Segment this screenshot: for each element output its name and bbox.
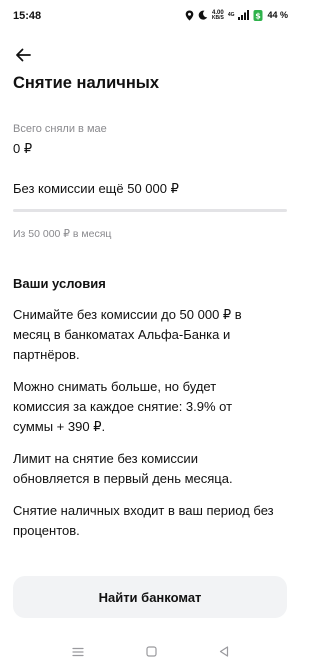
system-nav-bar (0, 636, 300, 667)
home-square-icon[interactable] (145, 646, 157, 657)
signal-icon (238, 10, 250, 20)
limit-progress-bar (13, 209, 287, 212)
battery-percent: 44 % (267, 10, 288, 20)
svg-text:$: $ (256, 12, 262, 21)
back-button[interactable] (12, 44, 34, 66)
moon-icon (198, 10, 208, 20)
condition-paragraph: Снимайте без комиссии до 50 000 ₽ в меся… (13, 307, 242, 362)
conditions-title: Ваши условия (13, 276, 106, 291)
status-icons: 4.00 KB/S 4G $ 44 % (185, 9, 288, 21)
find-atm-button[interactable]: Найти банкомат (13, 576, 287, 618)
condition-paragraph: Можно снимать больше, но будет комиссия … (13, 379, 233, 434)
battery-saver-icon: $ (253, 9, 263, 21)
condition-paragraph: Лимит на снятие без комиссии обновляется… (13, 451, 233, 486)
free-left-text: Без комиссии ещё 50 000 ₽ (13, 181, 179, 196)
status-bar: 15:48 4.00 KB/S 4G $ 44 % (0, 0, 300, 34)
status-time: 15:48 (13, 10, 42, 22)
spent-label: Всего сняли в мае (13, 123, 107, 135)
condition-paragraph: Снятие наличных входит в ваш период без … (13, 503, 274, 538)
menu-icon[interactable] (71, 647, 84, 657)
limit-note: Из 50 000 ₽ в месяц (13, 228, 112, 240)
page-title: Снятие наличных (13, 74, 160, 92)
spent-value: 0 ₽ (13, 141, 33, 156)
arrow-left-icon (16, 48, 31, 62)
network-type: 4G (227, 11, 235, 18)
back-triangle-icon[interactable] (219, 646, 229, 657)
net-speed: 4.00 KB/S (211, 9, 224, 21)
conditions-section: Ваши условия Снимайте без комиссии до 50… (13, 276, 289, 553)
location-icon (185, 10, 194, 21)
